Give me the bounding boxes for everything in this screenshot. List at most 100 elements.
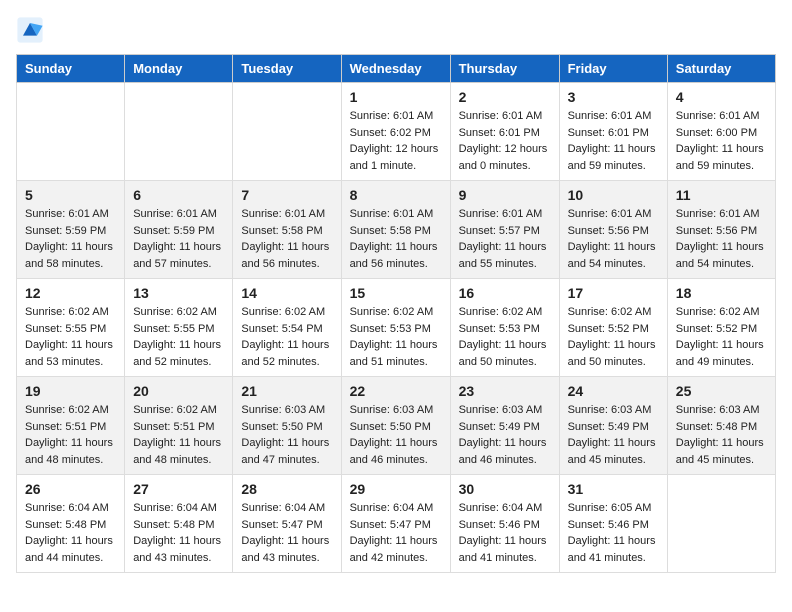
day-info-line: Sunrise: 6:02 AM [350, 306, 434, 318]
day-info-line: Sunrise: 6:04 AM [350, 502, 434, 514]
day-info: Sunrise: 6:03 AMSunset: 5:50 PMDaylight:… [241, 402, 332, 468]
day-info-line: Daylight: 12 hours [350, 143, 439, 155]
day-number: 9 [459, 187, 551, 203]
day-info: Sunrise: 6:01 AMSunset: 5:56 PMDaylight:… [568, 206, 659, 272]
day-info-line: and 42 minutes. [350, 552, 428, 564]
day-info-line: and 41 minutes. [459, 552, 537, 564]
day-info-line: Sunrise: 6:02 AM [676, 306, 760, 318]
day-info-line: Sunrise: 6:01 AM [241, 208, 325, 220]
day-info-line: Sunset: 5:48 PM [25, 519, 106, 531]
day-number: 18 [676, 285, 767, 301]
day-number: 7 [241, 187, 332, 203]
day-number: 12 [25, 285, 116, 301]
day-info-line: Sunset: 5:56 PM [568, 225, 649, 237]
day-info-line: Daylight: 11 hours [676, 339, 764, 351]
day-info-line: Sunrise: 6:01 AM [676, 110, 760, 122]
day-info-line: Sunrise: 6:05 AM [568, 502, 652, 514]
day-info: Sunrise: 6:03 AMSunset: 5:49 PMDaylight:… [459, 402, 551, 468]
calendar-cell: 19Sunrise: 6:02 AMSunset: 5:51 PMDayligh… [17, 377, 125, 475]
day-number: 19 [25, 383, 116, 399]
page-header [16, 16, 776, 44]
day-info: Sunrise: 6:01 AMSunset: 6:01 PMDaylight:… [459, 108, 551, 174]
day-info-line: Sunset: 5:46 PM [459, 519, 540, 531]
day-info-line: Sunrise: 6:01 AM [133, 208, 217, 220]
day-info-line: Sunset: 5:59 PM [25, 225, 106, 237]
day-info-line: Daylight: 11 hours [133, 339, 221, 351]
column-header-monday: Monday [125, 55, 233, 83]
day-info-line: and 51 minutes. [350, 356, 428, 368]
day-info-line: and 55 minutes. [459, 258, 537, 270]
day-info-line: Daylight: 11 hours [568, 339, 656, 351]
day-info-line: Daylight: 12 hours [459, 143, 548, 155]
day-info: Sunrise: 6:04 AMSunset: 5:48 PMDaylight:… [133, 500, 224, 566]
day-info-line: Daylight: 11 hours [241, 535, 329, 547]
calendar-cell: 27 Sunrise: 6:04 AMSunset: 5:48 PMDayligh… [125, 475, 233, 573]
day-info-line: Sunrise: 6:01 AM [25, 208, 109, 220]
day-info-line: Daylight: 11 hours [241, 339, 329, 351]
day-info: Sunrise: 6:01 AMSunset: 6:01 PMDaylight:… [568, 108, 659, 174]
calendar-cell: 17Sunrise: 6:02 AMSunset: 5:52 PMDayligh… [559, 279, 667, 377]
day-info-line: Sunset: 5:47 PM [241, 519, 322, 531]
day-info-line: Daylight: 11 hours [459, 339, 547, 351]
column-header-saturday: Saturday [667, 55, 775, 83]
day-info-line: Sunset: 5:48 PM [133, 519, 214, 531]
day-info-line: Sunset: 5:51 PM [133, 421, 214, 433]
day-info-line: and 50 minutes. [568, 356, 646, 368]
calendar-cell: 26Sunrise: 6:04 AMSunset: 5:48 PMDayligh… [17, 475, 125, 573]
day-info-line: Sunrise: 6:01 AM [350, 208, 434, 220]
day-info-line: Daylight: 11 hours [676, 241, 764, 253]
day-info: Sunrise: 6:01 AMSunset: 5:56 PMDaylight:… [676, 206, 767, 272]
day-info-line: Daylight: 11 hours [25, 241, 113, 253]
calendar-cell: 14Sunrise: 6:02 AMSunset: 5:54 PMDayligh… [233, 279, 341, 377]
day-number: 6 [133, 187, 224, 203]
day-info-line: and 57 minutes. [133, 258, 211, 270]
calendar-cell: 2Sunrise: 6:01 AMSunset: 6:01 PMDaylight… [450, 83, 559, 181]
day-info-line: Sunrise: 6:03 AM [568, 404, 652, 416]
calendar-cell: 8Sunrise: 6:01 AMSunset: 5:58 PMDaylight… [341, 181, 450, 279]
day-number: 17 [568, 285, 659, 301]
day-info-line: Daylight: 11 hours [25, 437, 113, 449]
day-number: 22 [350, 383, 442, 399]
day-number: 25 [676, 383, 767, 399]
day-info-line: Daylight: 11 hours [25, 535, 113, 547]
day-number: 27 [133, 481, 224, 497]
calendar-cell: 3Sunrise: 6:01 AMSunset: 6:01 PMDaylight… [559, 83, 667, 181]
day-info-line: Sunset: 5:46 PM [568, 519, 649, 531]
day-number: 5 [25, 187, 116, 203]
calendar-cell [667, 475, 775, 573]
day-number: 23 [459, 383, 551, 399]
day-info-line: and 53 minutes. [25, 356, 103, 368]
day-info-line: Sunset: 5:57 PM [459, 225, 540, 237]
day-info-line: Sunrise: 6:02 AM [25, 306, 109, 318]
calendar-cell: 10Sunrise: 6:01 AMSunset: 5:56 PMDayligh… [559, 181, 667, 279]
calendar-week-row: 1Sunrise: 6:01 AMSunset: 6:02 PMDaylight… [17, 83, 776, 181]
day-info-line: Daylight: 11 hours [459, 437, 547, 449]
day-info-line: Sunrise: 6:01 AM [676, 208, 760, 220]
day-number: 20 [133, 383, 224, 399]
day-info-line: and 45 minutes. [676, 454, 754, 466]
day-info-line: Daylight: 11 hours [676, 437, 764, 449]
day-info-line: Sunrise: 6:04 AM [459, 502, 543, 514]
calendar-cell: 1Sunrise: 6:01 AMSunset: 6:02 PMDaylight… [341, 83, 450, 181]
day-info: Sunrise: 6:01 AMSunset: 5:58 PMDaylight:… [241, 206, 332, 272]
calendar-week-row: 12Sunrise: 6:02 AMSunset: 5:55 PMDayligh… [17, 279, 776, 377]
day-info-line: and 48 minutes. [25, 454, 103, 466]
day-info-line: Sunrise: 6:04 AM [25, 502, 109, 514]
day-info-line: Sunset: 5:48 PM [676, 421, 757, 433]
day-info-line: Daylight: 11 hours [241, 241, 329, 253]
day-info-line: Sunset: 5:54 PM [241, 323, 322, 335]
day-info-line: Sunset: 5:59 PM [133, 225, 214, 237]
calendar-cell: 4Sunrise: 6:01 AMSunset: 6:00 PMDaylight… [667, 83, 775, 181]
day-info-line: Sunset: 6:01 PM [568, 127, 649, 139]
day-info-line: Sunrise: 6:02 AM [133, 404, 217, 416]
day-info: Sunrise: 6:03 AMSunset: 5:48 PMDaylight:… [676, 402, 767, 468]
day-info-line: Daylight: 11 hours [25, 339, 113, 351]
calendar-week-row: 5 Sunrise: 6:01 AM Sunset: 5:59 PM Daylight… [17, 181, 776, 279]
day-info-line: Daylight: 11 hours [459, 535, 547, 547]
day-number: 28 [241, 481, 332, 497]
calendar-cell: 7 Sunrise: 6:01 AMSunset: 5:58 PMDaylight… [233, 181, 341, 279]
day-number: 31 [568, 481, 659, 497]
day-info-line: Daylight: 11 hours [133, 241, 221, 253]
day-info-line: Sunset: 5:51 PM [25, 421, 106, 433]
calendar-cell [17, 83, 125, 181]
